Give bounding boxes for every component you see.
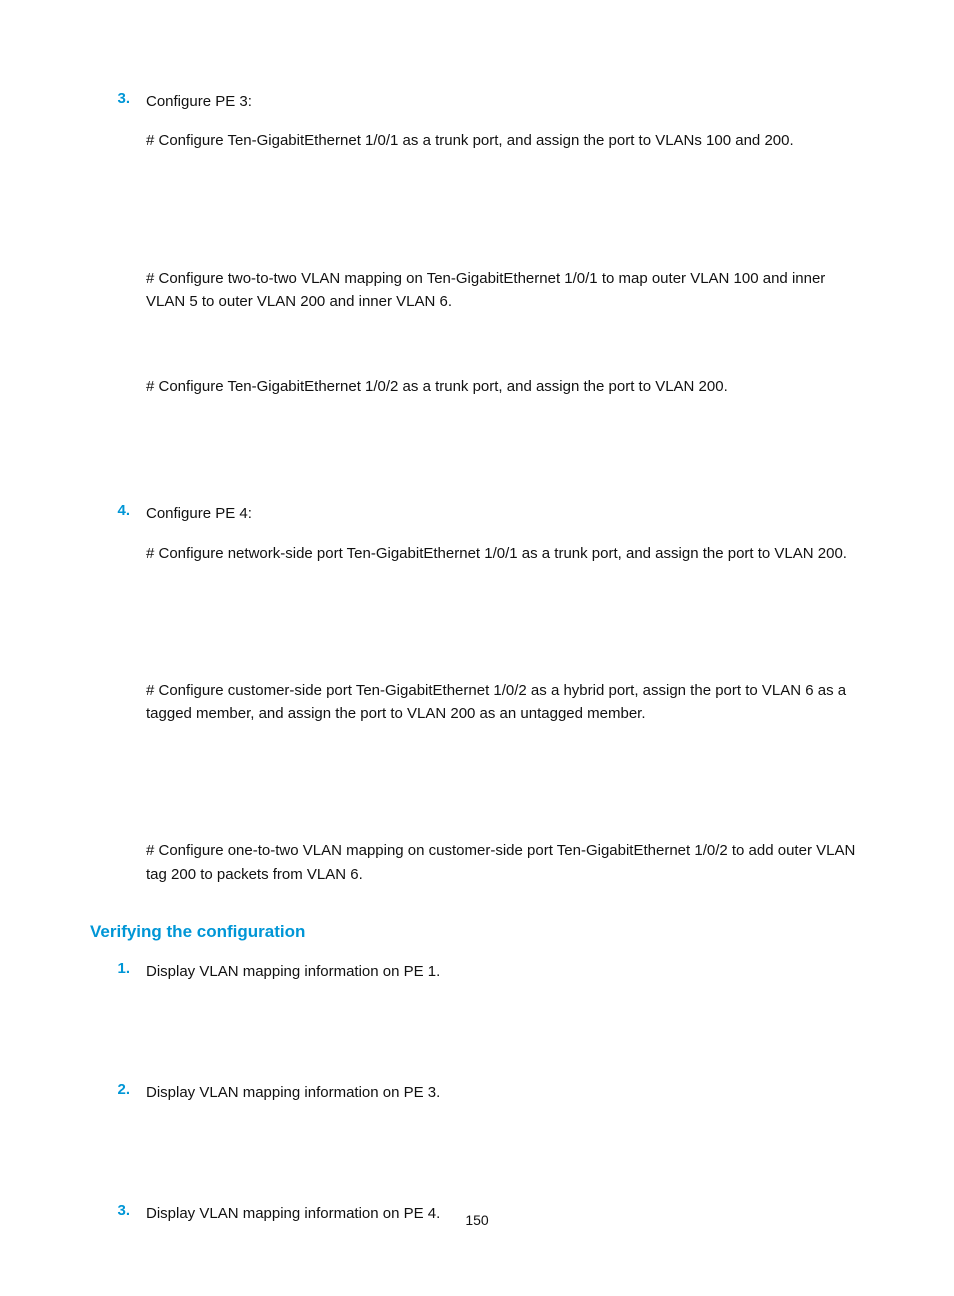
step-paragraph: # Configure two-to-two VLAN mapping on T… [146,267,864,314]
step-title: Configure PE 4: [146,502,864,525]
step-text: Display VLAN mapping information on PE 3… [146,1081,864,1104]
step-paragraph: # Configure Ten-GigabitEthernet 1/0/1 as… [146,129,864,152]
gap [146,571,864,663]
step-paragraph: # Configure one-to-two VLAN mapping on c… [146,839,864,886]
section-heading: Verifying the configuration [90,922,864,942]
verify-step-2: 2. Display VLAN mapping information on P… [90,1081,864,1196]
step-title: Configure PE 3: [146,90,864,113]
step-number: 2. [90,1081,146,1196]
step-body: Configure PE 4: # Configure network-side… [146,502,864,892]
step-text: Display VLAN mapping information on PE 1… [146,960,864,983]
step-body: Configure PE 3: # Configure Ten-GigabitE… [146,90,864,496]
step-4: 4. Configure PE 4: # Configure network-s… [90,502,864,892]
gap [146,159,864,251]
gap [146,319,864,359]
step-body: Display VLAN mapping information on PE 3… [146,1081,864,1196]
step-paragraph: # Configure network-side port Ten-Gigabi… [146,542,864,565]
gap [146,1104,864,1196]
step-number: 3. [90,90,146,496]
gap [146,404,864,496]
step-body: Display VLAN mapping information on PE 1… [146,960,864,1075]
step-paragraph: # Configure Ten-GigabitEthernet 1/0/2 as… [146,375,864,398]
step-paragraph: # Configure customer-side port Ten-Gigab… [146,679,864,726]
verify-step-1: 1. Display VLAN mapping information on P… [90,960,864,1075]
step-3: 3. Configure PE 3: # Configure Ten-Gigab… [90,90,864,496]
step-number: 1. [90,960,146,1075]
page: 3. Configure PE 3: # Configure Ten-Gigab… [0,0,954,1296]
page-number: 150 [0,1212,954,1228]
gap [146,983,864,1075]
gap [146,731,864,823]
step-number: 4. [90,502,146,892]
